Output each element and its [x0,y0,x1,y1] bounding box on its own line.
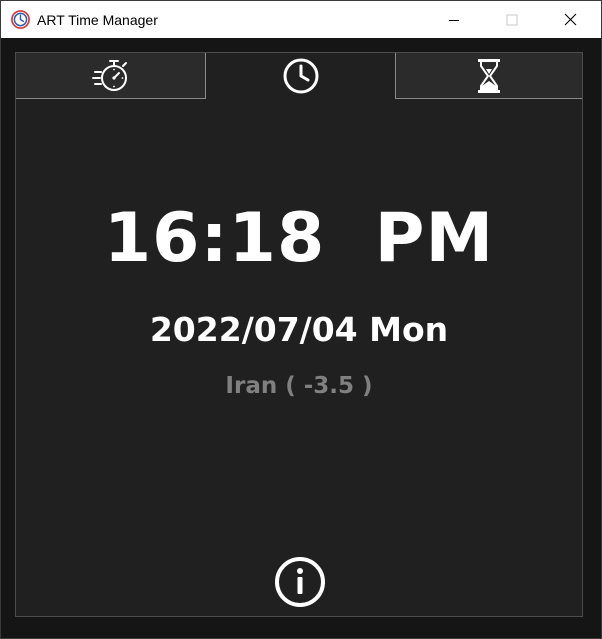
stopwatch-icon [91,59,127,91]
title-bar[interactable]: ART Time Manager [1,1,601,38]
time-display: 16:18 PM [103,199,495,278]
tab-stopwatch[interactable] [16,53,206,99]
hourglass-icon [478,58,500,93]
minimize-icon [449,19,459,21]
date-display: 2022/07/04 Mon [149,310,449,349]
window-title: ART Time Manager [37,12,158,28]
maximize-button[interactable] [489,1,535,38]
close-icon [564,13,576,26]
close-button[interactable] [547,1,593,38]
main-panel: 16:18 PM 2022/07/04 Mon Iran ( -3.5 ) [15,52,583,617]
maximize-icon [506,14,518,25]
tab-timer[interactable] [395,53,582,99]
clock-icon [283,58,318,94]
timezone-display: Iran ( -3.5 ) [225,373,373,399]
app-window: ART Time Manager 16:18 PM 2022/07/04 Mon… [0,0,602,639]
minimize-button[interactable] [431,1,477,38]
info-icon[interactable] [274,556,326,608]
tab-clock[interactable] [206,53,395,99]
app-icon [11,10,30,29]
